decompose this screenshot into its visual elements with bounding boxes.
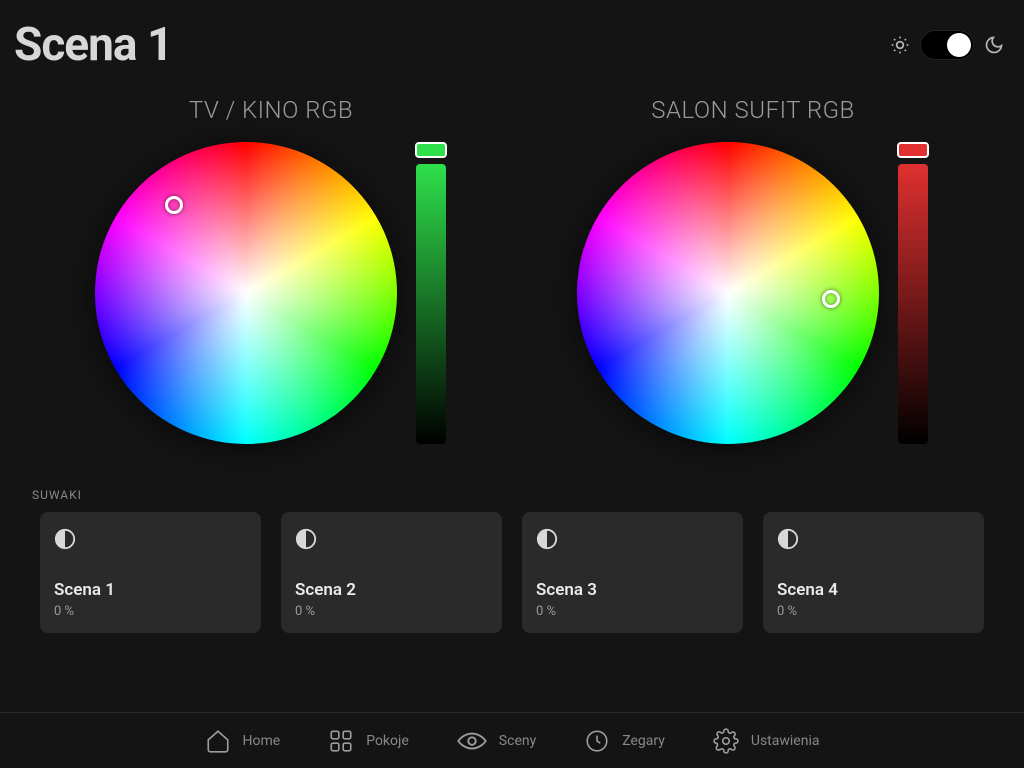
slider-card-scena-2[interactable]: Scena 2 0 % [281,512,502,633]
color-wheel[interactable] [577,142,879,444]
nav-label: Ustawienia [751,733,820,749]
nav-settings[interactable]: Ustawienia [713,728,820,754]
bottom-nav: Home Pokoje Sceny Zegary [0,712,1024,768]
nav-home[interactable]: Home [205,728,281,754]
contrast-icon [536,528,729,554]
page-title: Scena 1 [14,18,172,72]
settings-icon [713,728,739,754]
toggle-knob [947,33,971,57]
brightness-slider[interactable] [898,164,928,444]
theme-toggle[interactable] [920,30,974,60]
color-picker-2: SALON SUFIT RGB [518,96,988,444]
nav-label: Sceny [499,733,536,749]
nav-rooms[interactable]: Pokoje [328,728,409,754]
card-title: Scena 3 [536,580,729,600]
picker-title: SALON SUFIT RGB [651,96,854,124]
card-title: Scena 4 [777,580,970,600]
card-title: Scena 2 [295,580,488,600]
picker-title: TV / KINO RGB [189,96,353,124]
color-wheel[interactable] [95,142,397,444]
card-value: 0 % [295,604,488,619]
section-label-suwaki: SUWAKI [0,444,1024,512]
card-value: 0 % [54,604,247,619]
theme-switcher [890,30,1004,60]
slider-card-scena-1[interactable]: Scena 1 0 % [40,512,261,633]
color-swatch [897,142,929,158]
slider-card-scena-3[interactable]: Scena 3 0 % [522,512,743,633]
nav-clocks[interactable]: Zegary [584,728,665,754]
nav-label: Pokoje [366,733,409,749]
contrast-icon [777,528,970,554]
moon-icon [984,35,1004,55]
card-value: 0 % [777,604,970,619]
clocks-icon [584,728,610,754]
contrast-icon [54,528,247,554]
scenes-icon [457,730,487,752]
nav-scenes[interactable]: Sceny [457,730,536,752]
card-title: Scena 1 [54,580,247,600]
nav-label: Home [243,733,281,749]
slider-card-scena-4[interactable]: Scena 4 0 % [763,512,984,633]
sun-icon [890,35,910,55]
nav-label: Zegary [622,733,665,749]
home-icon [205,728,231,754]
color-swatch [415,142,447,158]
brightness-slider[interactable] [416,164,446,444]
card-value: 0 % [536,604,729,619]
rooms-icon [328,728,354,754]
contrast-icon [295,528,488,554]
color-picker-1: TV / KINO RGB [36,96,506,444]
